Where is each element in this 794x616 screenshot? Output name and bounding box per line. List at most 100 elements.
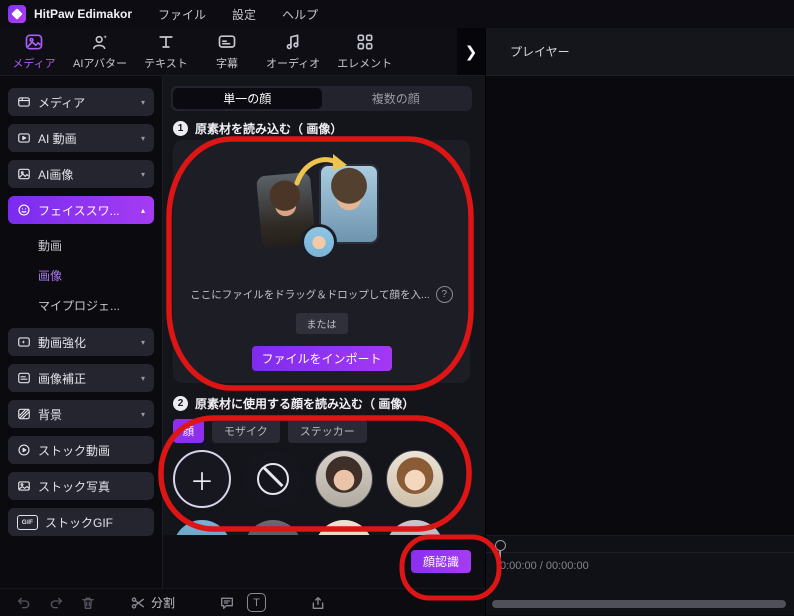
- sidebar-item-stock-photo[interactable]: ストック写真: [8, 472, 154, 500]
- category-tab-face[interactable]: 顔: [173, 419, 204, 443]
- elements-icon: [355, 32, 375, 52]
- timecode: 0:00:00 / 00:00:00: [500, 560, 589, 572]
- sidebar-item-ai-image[interactable]: AI画像 ▾: [8, 160, 154, 188]
- menu-help[interactable]: ヘルプ: [282, 6, 318, 23]
- sidebar-item-video-enhance[interactable]: 動画強化 ▾: [8, 328, 154, 356]
- comment-button[interactable]: [219, 595, 235, 611]
- submenu-item-my-projects[interactable]: マイプロジェ...: [38, 297, 154, 314]
- category-tab-sticker[interactable]: ステッカー: [287, 419, 367, 443]
- tab-audio-label: オーディオ: [265, 58, 321, 70]
- add-face-button[interactable]: ＋: [173, 450, 231, 508]
- tab-elements-label: エレメント: [337, 58, 393, 70]
- chevron-right-icon: ❯: [464, 43, 478, 61]
- tab-single-face[interactable]: 単一の顔: [173, 88, 322, 109]
- sidebar-item-faceswap[interactable]: フェイススワ... ▴: [8, 196, 154, 224]
- menu-file[interactable]: ファイル: [158, 6, 206, 23]
- text-tool-button[interactable]: T: [247, 593, 267, 612]
- stock-photo-icon: [17, 479, 31, 493]
- source-image-dropzone[interactable]: ここにファイルをドラッグ＆ドロップして顔を入... ? または ファイルをインポ…: [173, 140, 470, 383]
- face-mode-tabs: 単一の顔 複数の顔: [171, 86, 472, 111]
- tab-text[interactable]: テキスト: [144, 32, 188, 71]
- subtitle-icon: [217, 32, 237, 52]
- sidebar-item-label: メディア: [38, 95, 86, 110]
- text-icon: [156, 32, 176, 52]
- sidebar: メディア ▾ AI 動画 ▾ AI画像 ▾ フェイススワ... ▴ 動画 画像 …: [0, 76, 162, 588]
- tabbar-more-button[interactable]: ❯: [457, 28, 485, 75]
- no-face-option[interactable]: [244, 450, 302, 508]
- scissors-icon: [130, 595, 146, 611]
- timeline: 0:00:00 / 00:00:00: [486, 535, 794, 615]
- player-header: プレイヤー: [486, 28, 794, 76]
- sidebar-item-label: ストック写真: [38, 479, 111, 494]
- tab-ai-avatar[interactable]: AIアバター: [73, 32, 127, 71]
- menu-settings[interactable]: 設定: [232, 6, 256, 23]
- face-option-1[interactable]: [315, 450, 373, 508]
- timeline-scrollbar[interactable]: [492, 600, 786, 608]
- feature-tabbar: メディア AIアバター テキスト 字幕 オーディオ エレメント ❯: [0, 28, 485, 76]
- sidebar-item-background[interactable]: 背景 ▾: [8, 400, 154, 428]
- export-button[interactable]: [310, 595, 326, 611]
- faceswap-illustration: [237, 154, 407, 264]
- step1-number-badge: 1: [173, 121, 188, 136]
- step1-title: 原素材を読み込む（ 画像）: [195, 122, 343, 136]
- sidebar-item-image-correction[interactable]: 画像補正 ▾: [8, 364, 154, 392]
- delete-button[interactable]: [80, 595, 96, 611]
- video-enhance-icon: [17, 335, 31, 349]
- player-panel: プレイヤー 0:00:00 / 00:00:00: [485, 28, 794, 616]
- help-glyph: ?: [441, 289, 447, 300]
- step2-title: 原素材に使用する顔を読み込む（ 画像）: [195, 397, 415, 411]
- faceswap-icon: [17, 203, 31, 217]
- tab-multiple-faces[interactable]: 複数の顔: [322, 88, 471, 109]
- sidebar-item-ai-video[interactable]: AI 動画 ▾: [8, 124, 154, 152]
- or-label: または: [295, 313, 348, 334]
- app-window: HitPaw Edimakor ファイル 設定 ヘルプ メディア AIアバター …: [0, 0, 794, 616]
- timeline-ruler[interactable]: [486, 536, 794, 558]
- tab-ai-avatar-label: AIアバター: [73, 58, 127, 70]
- media-icon: [24, 32, 44, 52]
- sidebar-item-label: 動画強化: [38, 335, 87, 350]
- help-icon[interactable]: ?: [435, 286, 453, 303]
- playhead[interactable]: [495, 540, 506, 558]
- tab-subtitle[interactable]: 字幕: [205, 32, 249, 71]
- tab-elements[interactable]: エレメント: [337, 32, 392, 71]
- audio-icon: [283, 32, 303, 52]
- submenu-item-video[interactable]: 動画: [38, 237, 154, 254]
- app-logo-icon: [8, 5, 26, 23]
- sidebar-item-label: 背景: [38, 407, 63, 422]
- submenu-item-image[interactable]: 画像: [38, 267, 154, 284]
- sidebar-item-label: AI画像: [38, 167, 74, 182]
- split-button[interactable]: 分割: [130, 594, 175, 611]
- step2-header: 2 原素材に使用する顔を読み込む（ 画像）: [173, 395, 414, 412]
- text-tool-icon: T: [247, 593, 267, 612]
- sidebar-item-stock-video[interactable]: ストック動画: [8, 436, 154, 464]
- tab-text-label: テキスト: [144, 58, 188, 70]
- prohibit-icon: [257, 463, 289, 495]
- face-recognition-button[interactable]: 顔認識: [410, 550, 471, 573]
- tab-subtitle-label: 字幕: [215, 58, 238, 70]
- player-viewport: [486, 76, 794, 535]
- sidebar-item-media[interactable]: メディア ▾: [8, 88, 154, 116]
- dropzone-hint: ここにファイルをドラッグ＆ドロップして顔を入...: [190, 289, 430, 301]
- redo-button[interactable]: [48, 595, 64, 611]
- stock-gif-icon: GIF: [17, 514, 38, 530]
- step1-header: 1 原素材を読み込む（ 画像）: [173, 120, 342, 137]
- bottom-toolbar: 分割 T: [0, 588, 485, 616]
- app-title: HitPaw Edimakor: [34, 7, 133, 21]
- sidebar-item-stock-gif[interactable]: GIF ストックGIF: [8, 508, 154, 536]
- chevron-down-icon: ▾: [140, 373, 145, 383]
- swap-arrow-icon: [289, 151, 353, 187]
- tab-audio[interactable]: オーディオ: [266, 32, 320, 71]
- chevron-down-icon: ▾: [140, 133, 145, 143]
- tab-media[interactable]: メディア: [12, 32, 56, 71]
- import-file-button[interactable]: ファイルをインポート: [251, 346, 392, 371]
- face-option-2[interactable]: [386, 450, 444, 508]
- ai-video-icon: [17, 131, 31, 145]
- sidebar-item-label: ストックGIF: [45, 515, 113, 530]
- panel-footer: 顔認識: [163, 535, 485, 588]
- tab-media-label: メディア: [12, 58, 56, 70]
- faceswap-panel: 単一の顔 複数の顔 1 原素材を読み込む（ 画像） ここにファイルをドラッグ＆ド…: [162, 76, 485, 588]
- step2-number-badge: 2: [173, 396, 188, 411]
- undo-button[interactable]: [16, 595, 32, 611]
- category-tab-mosaic[interactable]: モザイク: [212, 419, 280, 443]
- sidebar-item-label: 画像補正: [38, 371, 87, 386]
